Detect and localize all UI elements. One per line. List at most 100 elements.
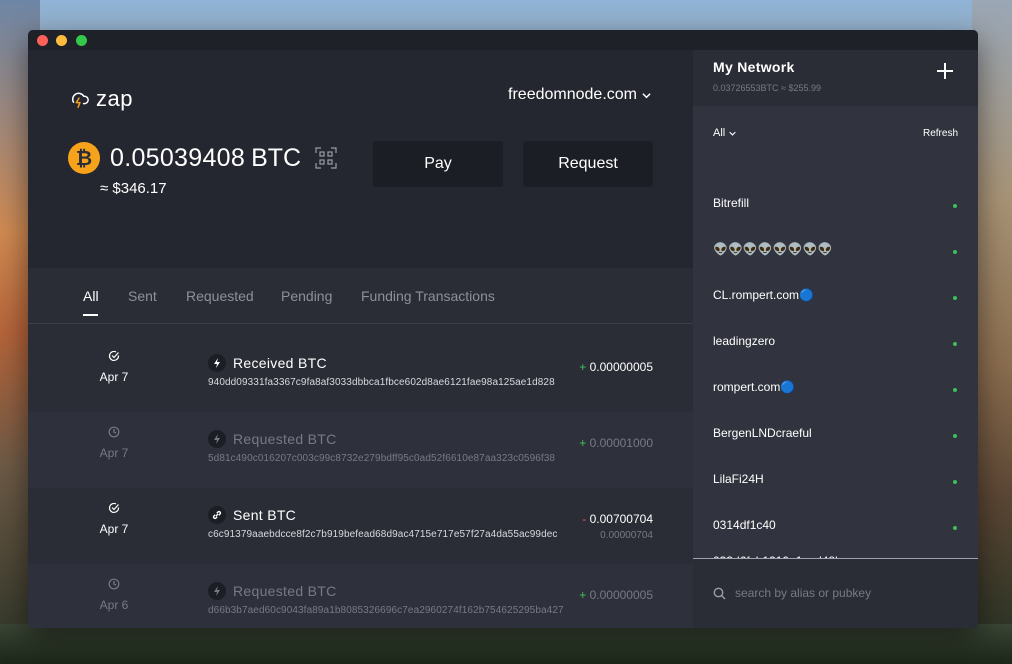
tx-hash: d66b3b7aed60c9043fa89a1b8085326696c7ea29…	[208, 605, 564, 616]
transaction-row[interactable]: Apr 7 Sent BTC c6c91379aaebdcce8f2c7b919…	[28, 488, 693, 564]
tx-title: Requested BTC	[233, 583, 337, 599]
peer-name: Bitrefill	[713, 196, 750, 210]
peer-item[interactable]: 👽👽👽👽👽👽👽👽	[693, 232, 978, 278]
desktop-wallpaper-right	[972, 0, 1012, 664]
tx-type: Received BTC	[208, 354, 327, 372]
cloud-lightning-icon	[71, 92, 89, 108]
tx-date: Apr 6	[99, 598, 129, 612]
online-status-dot	[953, 342, 957, 346]
peer-item[interactable]: rompert.com🔵	[693, 370, 978, 416]
tx-title: Requested BTC	[233, 431, 337, 447]
clock-icon	[108, 426, 120, 438]
qr-code-icon[interactable]	[315, 147, 337, 169]
online-status-dot	[953, 204, 957, 208]
tx-type: Requested BTC	[208, 582, 337, 600]
node-name: freedomnode.com	[508, 86, 637, 103]
tab-funding-transactions[interactable]: Funding Transactions	[361, 288, 495, 304]
peer-name: LilaFi24H	[713, 472, 764, 486]
online-status-dot	[953, 250, 957, 254]
online-status-dot	[953, 296, 957, 300]
title-bar	[28, 30, 978, 50]
transaction-row[interactable]: Apr 6 Requested BTC d66b3b7aed60c9043fa8…	[28, 564, 693, 628]
bitcoin-icon: ₿	[68, 142, 100, 174]
tab-pending[interactable]: Pending	[281, 288, 332, 304]
tx-amount: + 0.00000005	[579, 588, 653, 602]
peer-item[interactable]: LilaFi24H	[693, 462, 978, 508]
tab-all[interactable]: All	[83, 288, 99, 316]
wallet-panel: zap freedomnode.com ₿ 0.05039408 BTC ≈ $…	[28, 50, 693, 628]
chevron-down-icon	[729, 131, 736, 136]
network-balance: 0.03726553BTC ≈ $255.99	[713, 83, 822, 93]
minimize-window-button[interactable]	[56, 35, 67, 46]
transaction-row[interactable]: Apr 7 Received BTC 940dd09331fa3367c9fa8…	[28, 336, 693, 412]
tx-status: Apr 6	[99, 578, 129, 612]
app-window: zap freedomnode.com ₿ 0.05039408 BTC ≈ $…	[28, 30, 978, 628]
tx-amount: + 0.00000005	[579, 360, 653, 374]
tx-type: Sent BTC	[208, 506, 296, 524]
peer-item[interactable]: Bitrefill	[693, 186, 978, 232]
peer-item[interactable]: CL.rompert.com🔵	[693, 278, 978, 324]
peer-item[interactable]: BergenLNDcraeful	[693, 416, 978, 462]
check-circle-icon	[108, 502, 120, 513]
tx-hash: c6c91379aaebdcce8f2c7b919befead68d9ac471…	[208, 529, 558, 540]
transaction-row[interactable]: Apr 7 Requested BTC 5d81c490c016207c003c…	[28, 412, 693, 488]
network-filter-label: All	[713, 127, 726, 139]
peer-name: BergenLNDcraeful	[713, 426, 812, 440]
balance-unit: BTC	[251, 143, 302, 172]
tx-date: Apr 7	[99, 522, 129, 536]
search-icon	[713, 587, 726, 600]
pay-button[interactable]: Pay	[373, 141, 503, 187]
balance-amount: 0.05039408	[110, 143, 246, 172]
peer-name: 0314df1c40	[713, 518, 776, 532]
tx-fee: 0.00000704	[600, 530, 653, 541]
app-name: zap	[96, 86, 133, 111]
network-header: My Network 0.03726553BTC ≈ $255.99	[693, 50, 978, 106]
tx-status: Apr 7	[99, 350, 129, 384]
tx-amount: + 0.00001000	[579, 436, 653, 450]
request-button[interactable]: Request	[523, 141, 653, 187]
tx-title: Received BTC	[233, 355, 327, 371]
refresh-button[interactable]: Refresh	[923, 128, 958, 139]
network-title: My Network	[713, 59, 795, 75]
peer-name: rompert.com🔵	[713, 380, 796, 394]
close-window-button[interactable]	[37, 35, 48, 46]
peer-name: leadingzero	[713, 334, 776, 348]
node-selector[interactable]: freedomnode.com	[508, 86, 651, 104]
tx-date: Apr 7	[99, 446, 129, 460]
wallet-header: zap freedomnode.com ₿ 0.05039408 BTC ≈ $…	[28, 50, 693, 268]
online-status-dot	[953, 480, 957, 484]
peer-name: 👽👽👽👽👽👽👽👽	[713, 242, 833, 256]
online-status-dot	[953, 388, 957, 392]
clock-icon	[108, 578, 120, 590]
tx-amount: - 0.00700704	[582, 512, 653, 526]
peer-item[interactable]: 033d6fcb1210a1ecd48b	[693, 544, 978, 558]
network-filter[interactable]: All	[713, 127, 736, 139]
app-logo: zap	[68, 86, 133, 112]
online-status-dot	[953, 526, 957, 530]
lightning-icon	[208, 354, 226, 372]
fiat-balance: ≈ $346.17	[100, 180, 167, 197]
network-panel: My Network 0.03726553BTC ≈ $255.99 All R…	[693, 50, 978, 628]
tx-hash: 5d81c490c016207c003c99c8732e279bdff95c0a…	[208, 453, 556, 464]
lightning-icon	[208, 582, 226, 600]
desktop-wallpaper-bottom	[0, 624, 1012, 664]
peer-item[interactable]: leadingzero	[693, 324, 978, 370]
activity-tabs: All Sent Requested Pending Funding Trans…	[28, 268, 693, 324]
chevron-down-icon	[642, 92, 651, 98]
tab-sent[interactable]: Sent	[128, 288, 157, 304]
check-circle-icon	[108, 350, 120, 361]
tx-date: Apr 7	[99, 370, 129, 384]
link-icon	[208, 506, 226, 524]
tx-status: Apr 7	[99, 502, 129, 536]
search-input[interactable]	[735, 583, 955, 603]
tx-hash: 940dd09331fa3367c9fa8af3033dbbca1fbce602…	[208, 377, 555, 388]
maximize-window-button[interactable]	[76, 35, 87, 46]
lightning-icon	[208, 430, 226, 448]
tx-status: Apr 7	[99, 426, 129, 460]
tx-type: Requested BTC	[208, 430, 337, 448]
add-channel-icon[interactable]	[936, 62, 954, 80]
tab-requested[interactable]: Requested	[186, 288, 254, 304]
peer-name: CL.rompert.com🔵	[713, 288, 814, 302]
balance-row: ₿ 0.05039408 BTC	[68, 142, 337, 174]
tx-title: Sent BTC	[233, 507, 297, 523]
